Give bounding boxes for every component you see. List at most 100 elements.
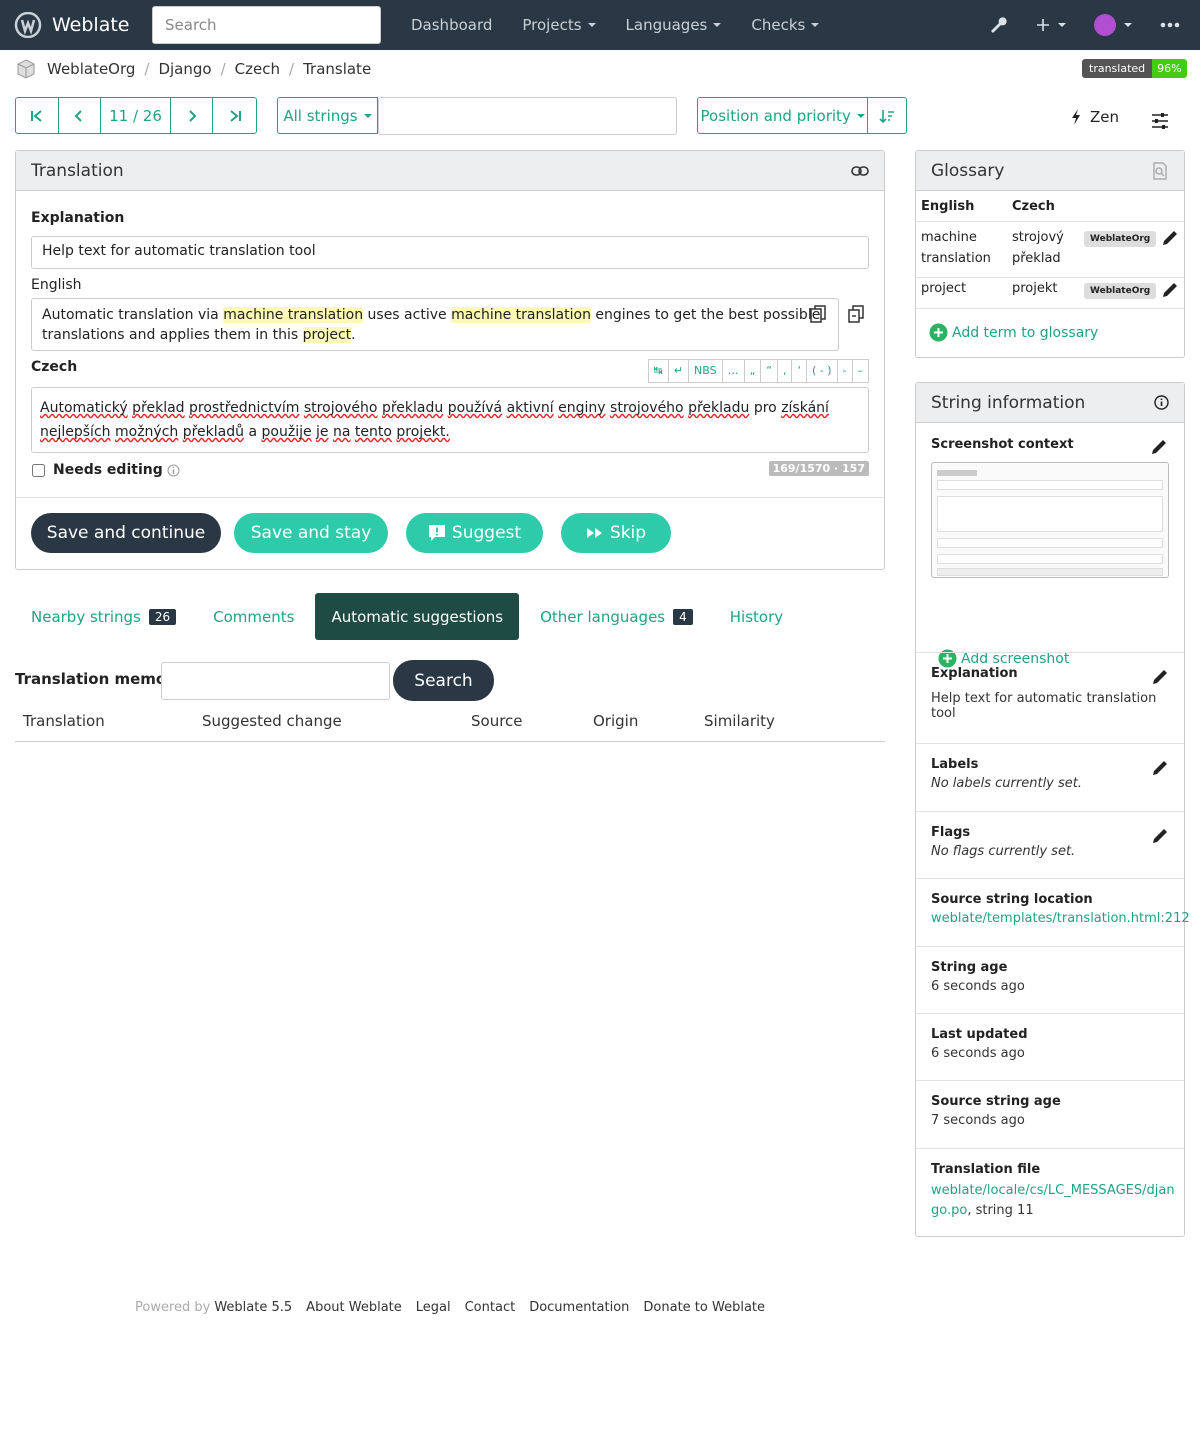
insert-ellipsis-button[interactable]: …: [721, 359, 745, 383]
sort-control: Position and priority: [697, 97, 907, 134]
string-position[interactable]: 11 / 26: [101, 98, 171, 133]
settings-icon[interactable]: [1151, 112, 1169, 134]
insert-hyphen-button[interactable]: -: [836, 359, 853, 383]
copy-icon[interactable]: [810, 305, 826, 323]
wrench-icon[interactable]: [974, 0, 1022, 50]
needs-editing-checkbox[interactable]: [32, 463, 45, 477]
footer-version-link[interactable]: Weblate 5.5: [214, 1300, 292, 1315]
save-and-continue-button[interactable]: Save and continue: [31, 513, 221, 553]
info-icon: [167, 464, 180, 476]
tab-nearby-strings[interactable]: Nearby strings 26: [15, 593, 192, 640]
screenshot-context-label: Screenshot context: [931, 437, 1074, 452]
column-suggested-change: Suggested change: [202, 712, 342, 730]
next-string-button[interactable]: [171, 98, 214, 133]
edit-pencil-icon[interactable]: [1149, 437, 1169, 457]
filter-query-input[interactable]: [378, 97, 677, 135]
caret-down-icon: [363, 113, 372, 118]
source-location-link[interactable]: weblate/templates/translation.html:212: [931, 911, 1190, 926]
column-source: Source: [471, 712, 523, 730]
edit-pencil-icon[interactable]: [1150, 667, 1170, 687]
edit-pencil-icon[interactable]: [1150, 758, 1170, 778]
insert-nbsp-button[interactable]: NBS: [687, 359, 723, 383]
needs-editing-label[interactable]: Needs editing: [53, 462, 163, 478]
translated-badge[interactable]: translated 96%: [1082, 59, 1187, 78]
explanation-label: Explanation: [31, 210, 125, 226]
memory-search-button[interactable]: Search: [393, 660, 494, 701]
brand[interactable]: Weblate: [14, 12, 129, 38]
nav-languages[interactable]: Languages: [611, 16, 737, 34]
zen-mode-button[interactable]: Zen: [1070, 108, 1119, 126]
edit-pencil-icon[interactable]: [1150, 826, 1170, 846]
insert-newline-button[interactable]: ↵: [667, 359, 689, 383]
glossary-term[interactable]: machine translation: [223, 307, 364, 323]
search-glossary-icon[interactable]: [1151, 161, 1169, 180]
insert-endash-button[interactable]: –: [851, 359, 869, 383]
info-title: String information: [931, 392, 1086, 413]
chevron-right-icon: [188, 109, 196, 122]
caret-down-icon: [1124, 23, 1132, 27]
tab-comments[interactable]: Comments: [197, 593, 310, 640]
footer-about-link[interactable]: About Weblate: [306, 1300, 402, 1315]
tab-automatic-suggestions[interactable]: Automatic suggestions: [315, 593, 520, 640]
suggest-button[interactable]: Suggest: [406, 513, 543, 553]
screenshot-thumbnail[interactable]: [931, 462, 1169, 578]
avatar: [1094, 14, 1116, 36]
insert-quote-button[interactable]: „: [743, 359, 762, 383]
save-and-stay-button[interactable]: Save and stay: [234, 513, 388, 553]
first-string-button[interactable]: [16, 98, 59, 133]
chevron-left-icon: [75, 109, 83, 122]
info-icon[interactable]: [1154, 395, 1169, 410]
search-input[interactable]: [152, 6, 381, 44]
breadcrumb-component[interactable]: Django: [158, 60, 211, 78]
translation-file-section: Translation file weblate/locale/cs/LC_ME…: [931, 1162, 1175, 1218]
bottom-tabs: Nearby strings 26 Comments Automatic sugg…: [15, 593, 799, 640]
link-icon[interactable]: [851, 165, 869, 176]
fast-forward-icon: [586, 528, 602, 538]
insert-quote-button[interactable]: ‘: [791, 359, 807, 383]
insert-quote-button[interactable]: “: [760, 359, 778, 383]
filter-dropdown[interactable]: All strings: [277, 97, 378, 134]
tab-history[interactable]: History: [714, 593, 799, 640]
footer-contact-link[interactable]: Contact: [465, 1300, 516, 1315]
clone-source-icon[interactable]: [848, 305, 864, 323]
footer-legal-link[interactable]: Legal: [416, 1300, 451, 1315]
insert-tab-button[interactable]: ↹: [647, 359, 669, 383]
plus-icon: [1037, 19, 1049, 31]
divider: [16, 497, 884, 498]
caret-down-icon: [856, 113, 865, 118]
user-menu[interactable]: [1080, 0, 1146, 50]
needs-editing: Needs editing: [32, 462, 180, 478]
add-term-button[interactable]: Add term to glossary: [929, 323, 1098, 342]
nav-dashboard[interactable]: Dashboard: [396, 16, 507, 34]
breadcrumb: WeblateOrg / Django / Czech / Translate: [16, 58, 371, 80]
last-string-button[interactable]: [213, 98, 256, 133]
insert-dash-button[interactable]: ( - ): [805, 359, 838, 383]
translation-textarea[interactable]: Automatický překlad prostřednictvím stro…: [31, 387, 869, 453]
footer-documentation-link[interactable]: Documentation: [529, 1300, 629, 1315]
source-age-section: Source string age 7 seconds ago: [931, 1094, 1061, 1128]
glossary-term[interactable]: project: [302, 327, 352, 343]
previous-string-button[interactable]: [59, 98, 102, 133]
sort-direction-button[interactable]: [868, 98, 906, 133]
add-menu[interactable]: [1022, 0, 1080, 50]
breadcrumb-language[interactable]: Czech: [235, 60, 280, 78]
last-updated-section: Last updated 6 seconds ago: [931, 1027, 1028, 1061]
edit-pencil-icon[interactable]: [1160, 228, 1180, 248]
skip-button[interactable]: Skip: [561, 513, 671, 553]
nav-projects[interactable]: Projects: [507, 16, 610, 34]
first-icon: [30, 109, 42, 122]
tab-other-languages[interactable]: Other languages 4: [524, 593, 709, 640]
more-icon[interactable]: [1146, 0, 1200, 50]
edit-pencil-icon[interactable]: [1160, 280, 1180, 300]
nav-checks[interactable]: Checks: [736, 16, 834, 34]
breadcrumb-project[interactable]: WeblateOrg: [47, 60, 135, 78]
column-translation: Translation: [23, 712, 105, 730]
column-origin: Origin: [593, 712, 639, 730]
last-icon: [230, 109, 241, 122]
sort-dropdown[interactable]: Position and priority: [698, 98, 869, 133]
string-navigation: 11 / 26: [15, 97, 257, 134]
insert-quote-button[interactable]: ,: [776, 359, 793, 383]
footer-donate-link[interactable]: Donate to Weblate: [643, 1300, 765, 1315]
memory-search-input[interactable]: [161, 662, 390, 700]
glossary-term[interactable]: machine translation: [451, 307, 591, 323]
